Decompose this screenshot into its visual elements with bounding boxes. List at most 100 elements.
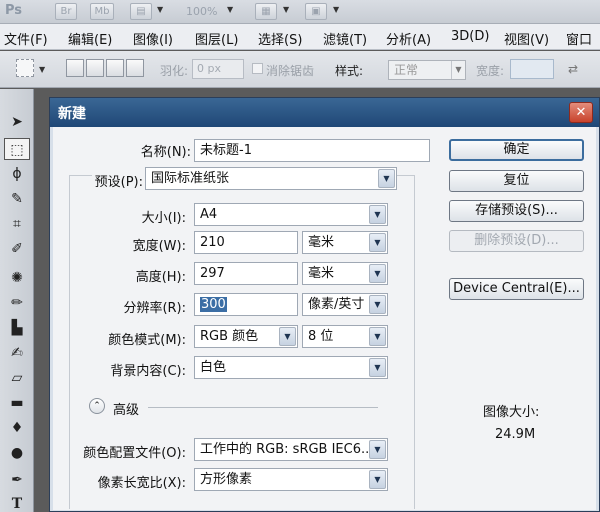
chevron-down-icon[interactable]: ▼ [157, 5, 163, 14]
dialog-titlebar[interactable]: 新建 ✕ [50, 98, 599, 127]
background-select[interactable]: 白色 ▼ [194, 356, 388, 379]
new-selection-icon[interactable] [66, 59, 84, 77]
size-select[interactable]: A4 ▼ [194, 203, 388, 226]
antialias-label: 消除锯齿 [266, 64, 315, 78]
width-label: 宽度(W): [132, 239, 186, 254]
pen-tool-icon[interactable]: ✒ [4, 469, 30, 491]
menu-3d[interactable]: 3D(D) [451, 29, 489, 44]
advanced-label[interactable]: 高级 [113, 399, 139, 418]
chevron-down-icon: ▼ [369, 295, 386, 314]
zoom-level[interactable]: 100% [186, 5, 217, 18]
menu-layer[interactable]: 图层(L) [195, 29, 238, 48]
eraser-tool-icon[interactable]: ▱ [4, 367, 30, 389]
color-mode-select[interactable]: RGB 颜色 ▼ [194, 325, 298, 348]
new-document-dialog: 新建 ✕ 名称(N): 未标题-1 预设(P): 国际标准纸张 ▼ 大小(I):… [49, 97, 600, 512]
preset-value: 国际标准纸张 [151, 171, 230, 186]
reset-button[interactable]: 复位 [449, 170, 584, 192]
brush-tool-icon[interactable]: ✏ [4, 292, 30, 314]
advanced-toggle-icon[interactable]: ⌃ [89, 398, 105, 414]
gradient-tool-icon[interactable]: ▬ [4, 392, 30, 414]
width-input[interactable] [510, 59, 554, 79]
image-size-value: 24.9M [495, 427, 536, 442]
height-input[interactable]: 297 [194, 262, 298, 285]
marquee-preset-icon[interactable] [16, 59, 34, 77]
intersect-selection-icon[interactable] [126, 59, 144, 77]
color-profile-select[interactable]: 工作中的 RGB: sRGB IEC6... ▼ [194, 438, 388, 461]
preset-select[interactable]: 国际标准纸张 ▼ [145, 167, 397, 190]
chevron-down-icon: ▼ [279, 327, 296, 346]
name-input[interactable]: 未标题-1 [194, 139, 430, 162]
device-central-button[interactable]: Device Central(E)... [449, 278, 584, 300]
dialog-body: 名称(N): 未标题-1 预设(P): 国际标准纸张 ▼ 大小(I): A4 ▼… [53, 127, 596, 510]
resolution-unit-select[interactable]: 像素/英寸 ▼ [302, 293, 388, 316]
chevron-down-icon[interactable]: ▼ [283, 5, 289, 14]
chevron-down-icon: ▼ [369, 327, 386, 346]
view-extras-icon[interactable]: ▤ [130, 3, 152, 20]
delete-preset-button[interactable]: 删除预设(D)... [449, 230, 584, 252]
eyedropper-tool-icon[interactable]: ✐ [4, 238, 30, 260]
mini-bridge-button[interactable]: Mb [90, 3, 114, 20]
menu-file[interactable]: 文件(F) [4, 29, 48, 48]
width-unit-select[interactable]: 毫米 ▼ [302, 231, 388, 254]
history-brush-tool-icon[interactable]: ✍ [4, 342, 30, 364]
chevron-down-icon[interactable]: ▼ [227, 5, 233, 14]
color-mode-value: RGB 颜色 [200, 329, 259, 344]
crop-tool-icon[interactable]: ⌗ [4, 213, 30, 235]
bit-depth-value: 8 位 [308, 329, 334, 344]
pixel-aspect-select[interactable]: 方形像素 ▼ [194, 468, 388, 491]
feather-input[interactable]: 0 px [192, 59, 244, 79]
resolution-value: 300 [200, 297, 227, 312]
arrange-documents-icon[interactable]: ▦ [255, 3, 277, 20]
marquee-tool-icon[interactable]: ⬚ [4, 138, 30, 160]
antialias-checkbox[interactable] [252, 63, 263, 74]
color-mode-label: 颜色模式(M): [108, 333, 186, 348]
style-value: 正常 [394, 63, 419, 77]
pixel-aspect-label: 像素长宽比(X): [97, 476, 186, 491]
menu-view[interactable]: 视图(V) [504, 29, 549, 48]
add-selection-icon[interactable] [86, 59, 104, 77]
type-tool-icon[interactable]: T [4, 493, 30, 512]
height-unit-select[interactable]: 毫米 ▼ [302, 262, 388, 285]
menu-image[interactable]: 图像(I) [133, 29, 173, 48]
height-unit-value: 毫米 [308, 266, 335, 281]
resolution-input[interactable]: 300 [194, 293, 298, 316]
move-tool-icon[interactable]: ➤ [4, 111, 30, 133]
ok-button[interactable]: 确定 [449, 139, 584, 161]
menu-select[interactable]: 选择(S) [258, 29, 302, 48]
pixel-aspect-value: 方形像素 [200, 472, 253, 487]
close-icon[interactable]: ✕ [569, 102, 593, 123]
color-profile-value: 工作中的 RGB: sRGB IEC6... [200, 442, 374, 457]
chevron-down-icon: ▼ [369, 358, 386, 377]
screen-mode-icon[interactable]: ▣ [305, 3, 327, 20]
chevron-down-icon[interactable]: ▼ [333, 5, 339, 14]
lasso-tool-icon[interactable]: ϕ [4, 163, 30, 185]
resolution-label: 分辨率(R): [123, 301, 186, 316]
chevron-down-icon: ▼ [369, 264, 386, 283]
width-input[interactable]: 210 [194, 231, 298, 254]
color-profile-label: 颜色配置文件(O): [83, 446, 186, 461]
menu-window[interactable]: 窗口 [566, 29, 592, 48]
stamp-tool-icon[interactable]: ▙ [4, 317, 30, 339]
application-bar: Ps Br Mb ▤ ▼ 100% ▼ ▦ ▼ ▣ ▼ [0, 0, 600, 24]
bridge-button[interactable]: Br [55, 3, 77, 20]
swap-icon[interactable]: ⇄ [568, 62, 578, 76]
image-size-label: 图像大小: [483, 405, 540, 420]
size-label: 大小(I): [141, 211, 186, 226]
options-bar: ▼ 羽化: 0 px 消除锯齿 样式: 正常 ▼ 宽度: ⇄ [0, 51, 600, 88]
dodge-tool-icon[interactable]: ● [4, 442, 30, 464]
save-preset-button[interactable]: 存储预设(S)... [449, 200, 584, 222]
style-select[interactable]: 正常 ▼ [388, 60, 466, 80]
chevron-down-icon[interactable]: ▼ [39, 65, 45, 74]
menu-analysis[interactable]: 分析(A) [386, 29, 431, 48]
style-label: 样式: [335, 64, 364, 78]
chevron-down-icon: ▼ [451, 61, 465, 79]
menu-filter[interactable]: 滤镜(T) [323, 29, 367, 48]
advanced-divider [148, 407, 378, 408]
quick-select-tool-icon[interactable]: ✎ [4, 188, 30, 210]
bit-depth-select[interactable]: 8 位 ▼ [302, 325, 388, 348]
subtract-selection-icon[interactable] [106, 59, 124, 77]
preset-label: 预设(P): [91, 171, 146, 190]
menu-edit[interactable]: 编辑(E) [68, 29, 112, 48]
blur-tool-icon[interactable]: ♦ [4, 417, 30, 439]
spot-heal-tool-icon[interactable]: ✺ [4, 267, 30, 289]
